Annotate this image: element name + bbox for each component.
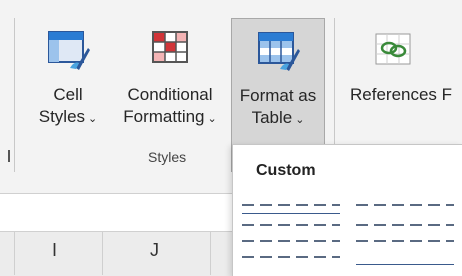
custom-section-label: Custom xyxy=(256,162,316,179)
column-separator xyxy=(14,232,15,275)
column-separator xyxy=(102,232,103,275)
dash-row xyxy=(242,224,340,226)
conditional-formatting-label: Conditional Formatting ⌄ xyxy=(123,85,217,126)
conditional-formatting-icon xyxy=(148,28,192,72)
dash-row xyxy=(242,204,340,206)
column-header-row xyxy=(0,231,232,276)
divider xyxy=(0,193,232,194)
solid-row xyxy=(356,264,454,265)
chevron-down-icon: ⌄ xyxy=(207,113,217,125)
table-style-swatch[interactable] xyxy=(356,202,454,270)
references-icon xyxy=(372,28,416,72)
solid-row xyxy=(242,213,340,214)
column-header-j[interactable]: J xyxy=(150,240,159,261)
dash-row xyxy=(356,224,454,226)
chevron-down-icon: ⌄ xyxy=(295,114,305,126)
column-separator xyxy=(210,232,211,275)
dash-row xyxy=(242,240,340,242)
styles-group-label: Styles xyxy=(148,149,187,165)
dash-row xyxy=(356,240,454,242)
column-header-i[interactable]: I xyxy=(52,240,57,261)
dash-row xyxy=(356,204,454,206)
chevron-down-icon: ⌄ xyxy=(88,113,98,125)
table-style-swatch[interactable] xyxy=(242,202,340,270)
cell-styles-icon xyxy=(46,28,90,72)
left-stub xyxy=(8,150,10,162)
group-separator-left xyxy=(14,18,15,172)
dash-row xyxy=(242,256,340,258)
format-as-table-label: Format as Table ⌄ xyxy=(239,86,317,127)
cell-styles-label: Cell Styles ⌄ xyxy=(38,85,98,126)
references-label: References F xyxy=(350,85,453,104)
format-as-table-icon xyxy=(256,29,300,73)
cell-styles-button[interactable]: Cell Styles ⌄ xyxy=(22,18,114,172)
